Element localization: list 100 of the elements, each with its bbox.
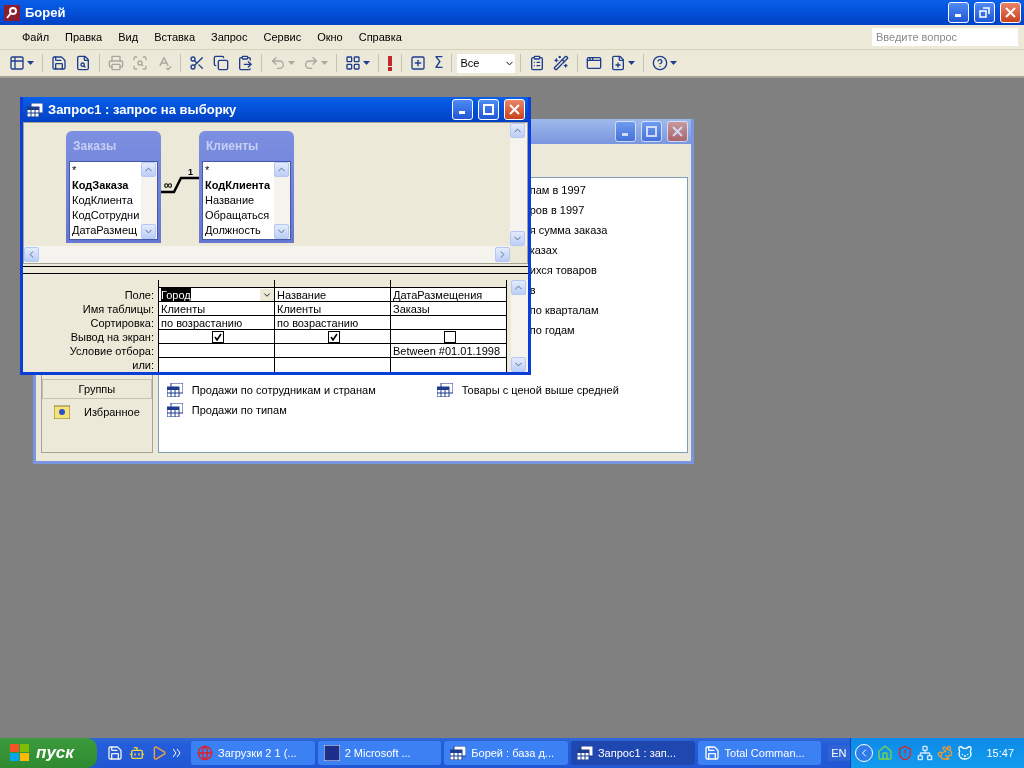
key-icon	[4, 4, 20, 21]
criteria-cell[interactable]	[159, 344, 274, 358]
caret-icon	[670, 61, 678, 65]
shield-icon	[896, 745, 913, 761]
query-icon	[166, 383, 183, 397]
sort-cell[interactable]: по возрастанию	[275, 316, 390, 330]
query-item[interactable]: в	[529, 284, 536, 296]
query-window-title: Запрос1 : запрос на выборку	[48, 102, 238, 117]
menu-item[interactable]: Правка	[57, 31, 111, 43]
scrollbar[interactable]	[24, 246, 510, 264]
minimize-button[interactable]	[452, 99, 473, 120]
cat-icon	[956, 745, 973, 761]
or-cell[interactable]	[159, 358, 274, 372]
properties-icon	[529, 55, 546, 71]
menu-item[interactable]: Файл	[14, 31, 58, 43]
table-name: Заказы	[72, 138, 118, 155]
scissors-icon	[189, 55, 205, 71]
field-name[interactable]: Должность	[205, 224, 274, 239]
table-icon	[450, 746, 467, 760]
field-name[interactable]: КодЗаказа	[72, 179, 141, 194]
caret-icon	[27, 61, 34, 65]
splitter-bar[interactable]	[23, 266, 528, 274]
query-item[interactable]: ихся товаров	[529, 264, 597, 276]
language-indicator[interactable]: EN	[828, 745, 850, 761]
field-name[interactable]: *	[72, 164, 141, 179]
house-icon	[876, 745, 893, 761]
table-box[interactable]: Клиенты * КодКлиента Название Обращаться Должность	[199, 131, 294, 243]
field-name[interactable]: Обращаться	[205, 209, 274, 224]
query-item[interactable]: Продажи по типам	[191, 404, 287, 416]
row-label: Вывод на экран:	[70, 330, 154, 344]
more-icon[interactable]	[173, 749, 181, 757]
maximize-button[interactable]	[478, 99, 499, 120]
menu-item[interactable]: Вставка	[146, 31, 203, 43]
menu-item[interactable]: Окно	[309, 31, 351, 43]
maximize-icon	[483, 104, 494, 115]
show-checkbox[interactable]	[211, 330, 224, 343]
groups-button[interactable]: Группы	[42, 379, 152, 399]
table-cell[interactable]: Заказы	[391, 302, 506, 316]
or-cell[interactable]	[391, 358, 506, 372]
query-item[interactable]: по кварталам	[529, 304, 599, 316]
table-cell[interactable]: Клиенты	[159, 302, 274, 316]
help-icon	[652, 55, 669, 71]
menu-item[interactable]: Сервис	[255, 31, 310, 43]
restore-button[interactable]	[974, 2, 995, 23]
menu-item[interactable]: Справка	[350, 31, 410, 43]
folder-star-icon	[54, 405, 70, 419]
scrollbar[interactable]	[141, 162, 157, 239]
field-name[interactable]: КодКлиента	[72, 194, 141, 209]
minimize-button[interactable]	[948, 2, 969, 23]
filter-combo[interactable]: Все	[457, 53, 516, 73]
close-button[interactable]	[667, 121, 688, 142]
close-button[interactable]	[1000, 2, 1021, 23]
taskbar-button[interactable]: 2 Microsoft ...	[317, 741, 442, 765]
sort-cell[interactable]: по возрастанию	[159, 316, 274, 330]
scrollbar[interactable]	[510, 123, 527, 247]
field-cell[interactable]: Название	[275, 288, 390, 302]
taskbar-button[interactable]: Борей : база д...	[444, 741, 568, 765]
maximize-button[interactable]	[641, 121, 662, 142]
row-label: Поле:	[124, 288, 154, 302]
menu-item[interactable]: Запрос	[203, 31, 256, 43]
scrollbar[interactable]	[511, 280, 528, 372]
caret-icon	[288, 61, 295, 65]
query-item[interactable]: по годам	[529, 324, 575, 336]
taskbar-button[interactable]: Total Comman...	[697, 741, 822, 765]
help-search-field[interactable]: Введите вопрос	[872, 28, 1018, 46]
field-name[interactable]: Название	[205, 194, 274, 209]
field-name[interactable]: ДатаРазмещ	[72, 224, 141, 239]
or-cell[interactable]	[275, 358, 390, 372]
network-icon	[916, 745, 933, 761]
field-name[interactable]: *	[205, 164, 274, 179]
taskbar-button[interactable]: Загрузки 2 1 (...	[191, 741, 315, 765]
windows-flag-icon	[10, 744, 30, 762]
criteria-cell[interactable]	[275, 344, 390, 358]
table-cell[interactable]: Клиенты	[275, 302, 390, 316]
field-cell[interactable]: ДатаРазмещения	[391, 288, 506, 302]
show-checkbox[interactable]	[327, 330, 340, 343]
field-name[interactable]: КодКлиента	[205, 179, 274, 194]
field-cell[interactable]: Город	[159, 288, 274, 302]
paste-icon	[237, 55, 253, 71]
document-icon	[323, 745, 340, 761]
query-item[interactable]: Продажи по сотрудникам и странам	[191, 384, 376, 396]
taskbar-button[interactable]: Запрос1 : зап...	[570, 741, 695, 765]
menu-item[interactable]: Вид	[110, 31, 147, 43]
scrollbar[interactable]	[274, 162, 290, 239]
sort-cell[interactable]	[391, 316, 506, 330]
show-checkbox[interactable]	[443, 330, 456, 343]
close-icon	[672, 126, 683, 137]
clock: 15:47	[986, 747, 1015, 759]
query-item[interactable]: пам в 1997	[529, 184, 586, 196]
criteria-cell[interactable]: Between #01.01.1998	[391, 344, 506, 358]
minimize-button[interactable]	[615, 121, 636, 142]
query-item[interactable]: Товары с ценой выше средней	[461, 384, 619, 396]
favorites-item[interactable]: Избранное	[84, 406, 140, 418]
caret-icon	[628, 61, 636, 65]
close-button[interactable]	[504, 99, 525, 120]
start-button[interactable]: пуск	[0, 738, 97, 768]
field-name[interactable]: КодСотрудни	[72, 209, 141, 224]
table-box[interactable]: Заказы * КодЗаказа КодКлиента КодСотрудни ДатаРазмещ	[66, 131, 161, 243]
totals-button[interactable]: Σ	[431, 52, 447, 74]
chevron-left-icon[interactable]	[854, 744, 873, 762]
